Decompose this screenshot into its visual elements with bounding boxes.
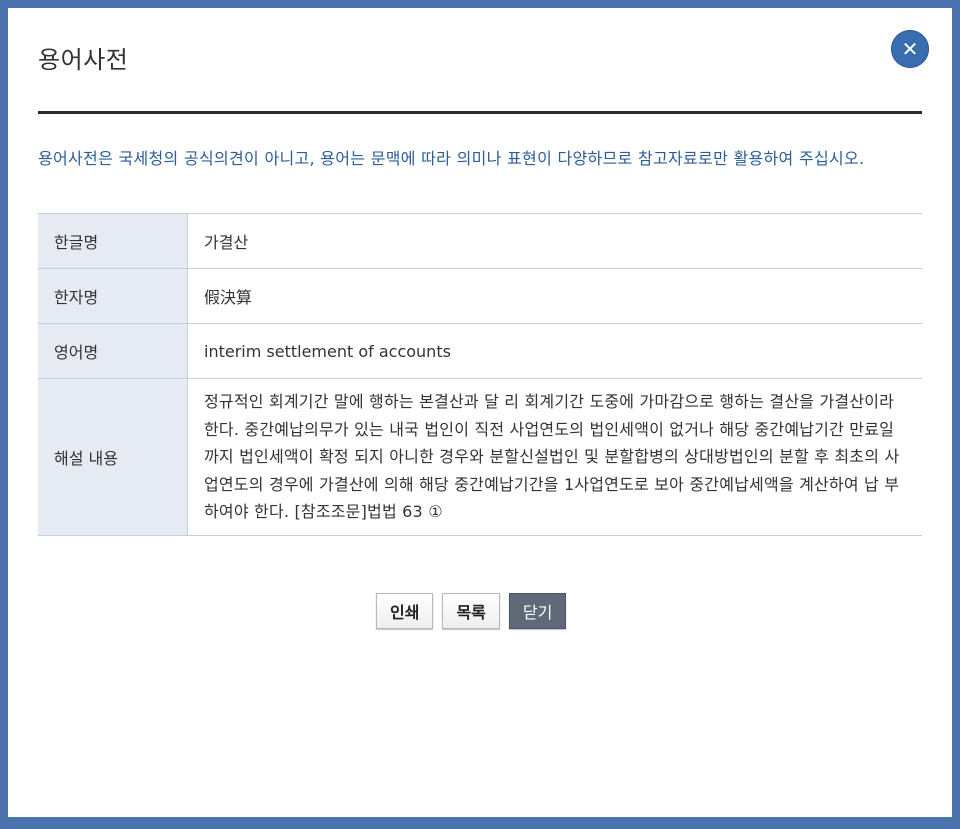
table-row: 한자명 假決算	[38, 268, 922, 324]
disclaimer-notice: 용어사전은 국세청의 공식의견이 아니고, 용어는 문맥에 따라 의미나 표현이…	[38, 149, 865, 168]
row-label-korean: 한글명	[38, 213, 188, 269]
table-row: 한글명 가결산	[38, 213, 922, 269]
table-row: 영어명 interim settlement of accounts	[38, 323, 922, 379]
row-label-hanja: 한자명	[38, 268, 188, 324]
row-value-korean: 가결산	[187, 213, 922, 269]
close-icon[interactable]: ✕	[891, 30, 929, 68]
title-divider	[38, 111, 922, 114]
row-label-description: 해설 내용	[38, 378, 188, 536]
term-dictionary-dialog: 용어사전 ✕ 용어사전은 국세청의 공식의견이 아니고, 용어는 문맥에 따라 …	[8, 8, 952, 817]
row-value-english: interim settlement of accounts	[187, 323, 922, 379]
close-button[interactable]: 닫기	[508, 593, 567, 629]
row-label-english: 영어명	[38, 323, 188, 379]
dialog-title: 용어사전	[38, 46, 129, 74]
list-button[interactable]: 목록	[442, 593, 500, 629]
row-value-hanja: 假決算	[187, 268, 922, 324]
row-value-description: 정규적인 회계기간 말에 행하는 본결산과 달 리 회계기간 도중에 가마감으로…	[187, 378, 922, 536]
table-row: 해설 내용 정규적인 회계기간 말에 행하는 본결산과 달 리 회계기간 도중에…	[38, 378, 922, 536]
term-info-table: 한글명 가결산 한자명 假決算 영어명 interim settlement o…	[38, 213, 922, 536]
button-bar: 인쇄 목록 닫기	[376, 593, 567, 629]
print-button[interactable]: 인쇄	[376, 593, 434, 629]
